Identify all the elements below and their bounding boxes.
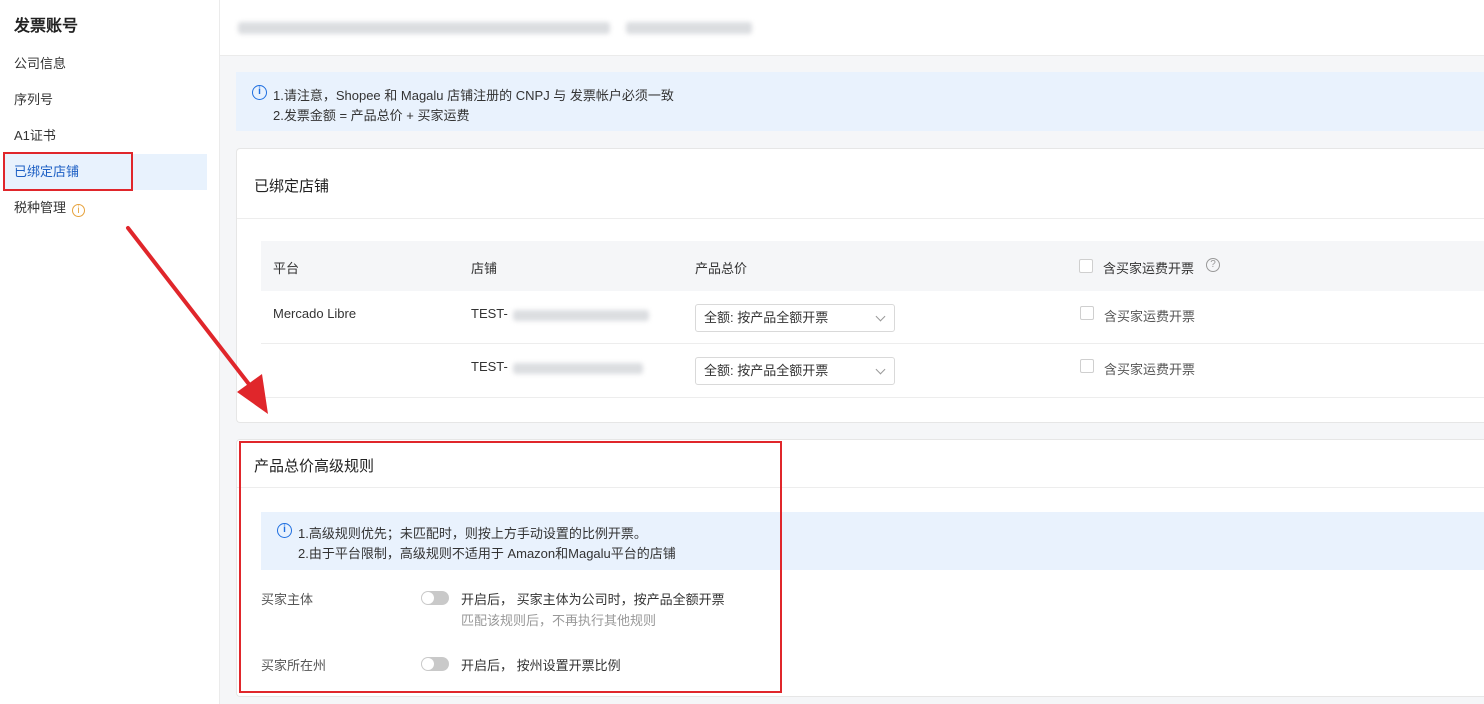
- rule-description: 开启后， 买家主体为公司时，按产品全额开票: [461, 592, 725, 607]
- card-title: 已绑定店铺: [254, 178, 330, 195]
- chevron-down-icon: [875, 364, 886, 375]
- rule-hint: 匹配该规则后，不再执行其他规则: [461, 613, 657, 628]
- bound-stores-card: 已绑定店铺 平台 店铺 产品总价 含买家运费开票 ? Mercado Libre…: [236, 148, 1484, 423]
- buyer-entity-toggle[interactable]: [421, 591, 449, 605]
- divider: [237, 487, 1484, 488]
- select-value: 全额: 按产品全额开票: [704, 363, 829, 378]
- buyer-state-toggle[interactable]: [421, 657, 449, 671]
- platform-cell: Mercado Libre: [273, 306, 357, 321]
- sidebar-item-label: 公司信息: [14, 56, 67, 71]
- sidebar-item-tax-management[interactable]: 税种管理 i: [4, 190, 207, 226]
- column-header-platform: 平台: [273, 261, 300, 276]
- rule-description: 开启后， 按州设置开票比例: [461, 658, 621, 673]
- sidebar-item-label: A1证书: [14, 128, 56, 143]
- sidebar-item-label: 已绑定店铺: [14, 164, 80, 179]
- divider: [237, 218, 1484, 219]
- column-header-store: 店铺: [471, 261, 498, 276]
- redacted-account-id: [626, 22, 752, 34]
- store-cell: TEST-: [471, 359, 508, 374]
- freight-label: 含买家运费开票: [1104, 362, 1196, 377]
- freight-checkbox[interactable]: [1080, 306, 1094, 320]
- info-icon: i: [252, 85, 267, 100]
- column-header-product-total: 产品总价: [695, 261, 748, 276]
- rule-label-buyer-entity: 买家主体: [261, 592, 314, 607]
- redacted-company-name: [238, 22, 610, 34]
- store-cell: TEST-: [471, 306, 508, 321]
- select-all-freight-checkbox[interactable]: [1079, 259, 1093, 273]
- sidebar-item-bound-stores[interactable]: 已绑定店铺: [4, 154, 207, 190]
- sidebar-item-serial-number[interactable]: 序列号: [4, 82, 207, 118]
- row-divider: [261, 343, 1484, 344]
- redacted-store-name: [513, 363, 643, 374]
- card-title: 产品总价高级规则: [254, 458, 375, 475]
- table-header: 平台 店铺 产品总价 含买家运费开票 ?: [261, 241, 1484, 291]
- notice-line-2: 2.发票金额 = 产品总价 + 买家运费: [273, 108, 470, 123]
- sidebar-title: 发票账号: [14, 18, 79, 35]
- main-content: i 1.请注意，Shopee 和 Magalu 店铺注册的 CNPJ 与 发票帐…: [220, 0, 1484, 704]
- advanced-rules-card: 产品总价高级规则 i 1.高级规则优先；未匹配时，则按上方手动设置的比例开票。 …: [236, 439, 1484, 697]
- row-divider: [261, 397, 1484, 398]
- select-value: 全额: 按产品全额开票: [704, 310, 829, 325]
- rule-label-buyer-state: 买家所在州: [261, 658, 327, 673]
- sidebar-item-label: 序列号: [14, 92, 54, 107]
- product-total-select[interactable]: 全额: 按产品全额开票: [695, 304, 895, 332]
- freight-checkbox[interactable]: [1080, 359, 1094, 373]
- redacted-store-name: [513, 310, 649, 321]
- toggle-knob: [422, 592, 434, 604]
- account-header: [220, 0, 1484, 56]
- notice-line-2: 2.由于平台限制，高级规则不适用于 Amazon和Magalu平台的店铺: [298, 546, 676, 561]
- notice-line-1: 1.请注意，Shopee 和 Magalu 店铺注册的 CNPJ 与 发票帐户必…: [273, 88, 674, 103]
- sidebar-item-company-info[interactable]: 公司信息: [4, 46, 207, 82]
- sidebar-item-label: 税种管理: [14, 200, 67, 215]
- column-header-freight: 含买家运费开票: [1103, 261, 1195, 276]
- chevron-down-icon: [875, 311, 886, 322]
- sidebar: 发票账号 公司信息 序列号 A1证书 已绑定店铺 税种管理 i: [0, 0, 220, 704]
- help-icon[interactable]: ?: [1206, 258, 1220, 272]
- freight-label: 含买家运费开票: [1104, 309, 1196, 324]
- advanced-rules-notice: i 1.高级规则优先；未匹配时，则按上方手动设置的比例开票。 2.由于平台限制，…: [261, 512, 1484, 570]
- store-name: TEST-: [471, 306, 508, 321]
- invoice-notice: i 1.请注意，Shopee 和 Magalu 店铺注册的 CNPJ 与 发票帐…: [236, 72, 1484, 131]
- warning-icon: i: [72, 204, 86, 217]
- notice-line-1: 1.高级规则优先；未匹配时，则按上方手动设置的比例开票。: [298, 526, 647, 541]
- product-total-select[interactable]: 全额: 按产品全额开票: [695, 357, 895, 385]
- sidebar-item-a1-certificate[interactable]: A1证书: [4, 118, 207, 154]
- info-icon: i: [277, 523, 292, 538]
- store-name: TEST-: [471, 359, 508, 374]
- toggle-knob: [422, 658, 434, 670]
